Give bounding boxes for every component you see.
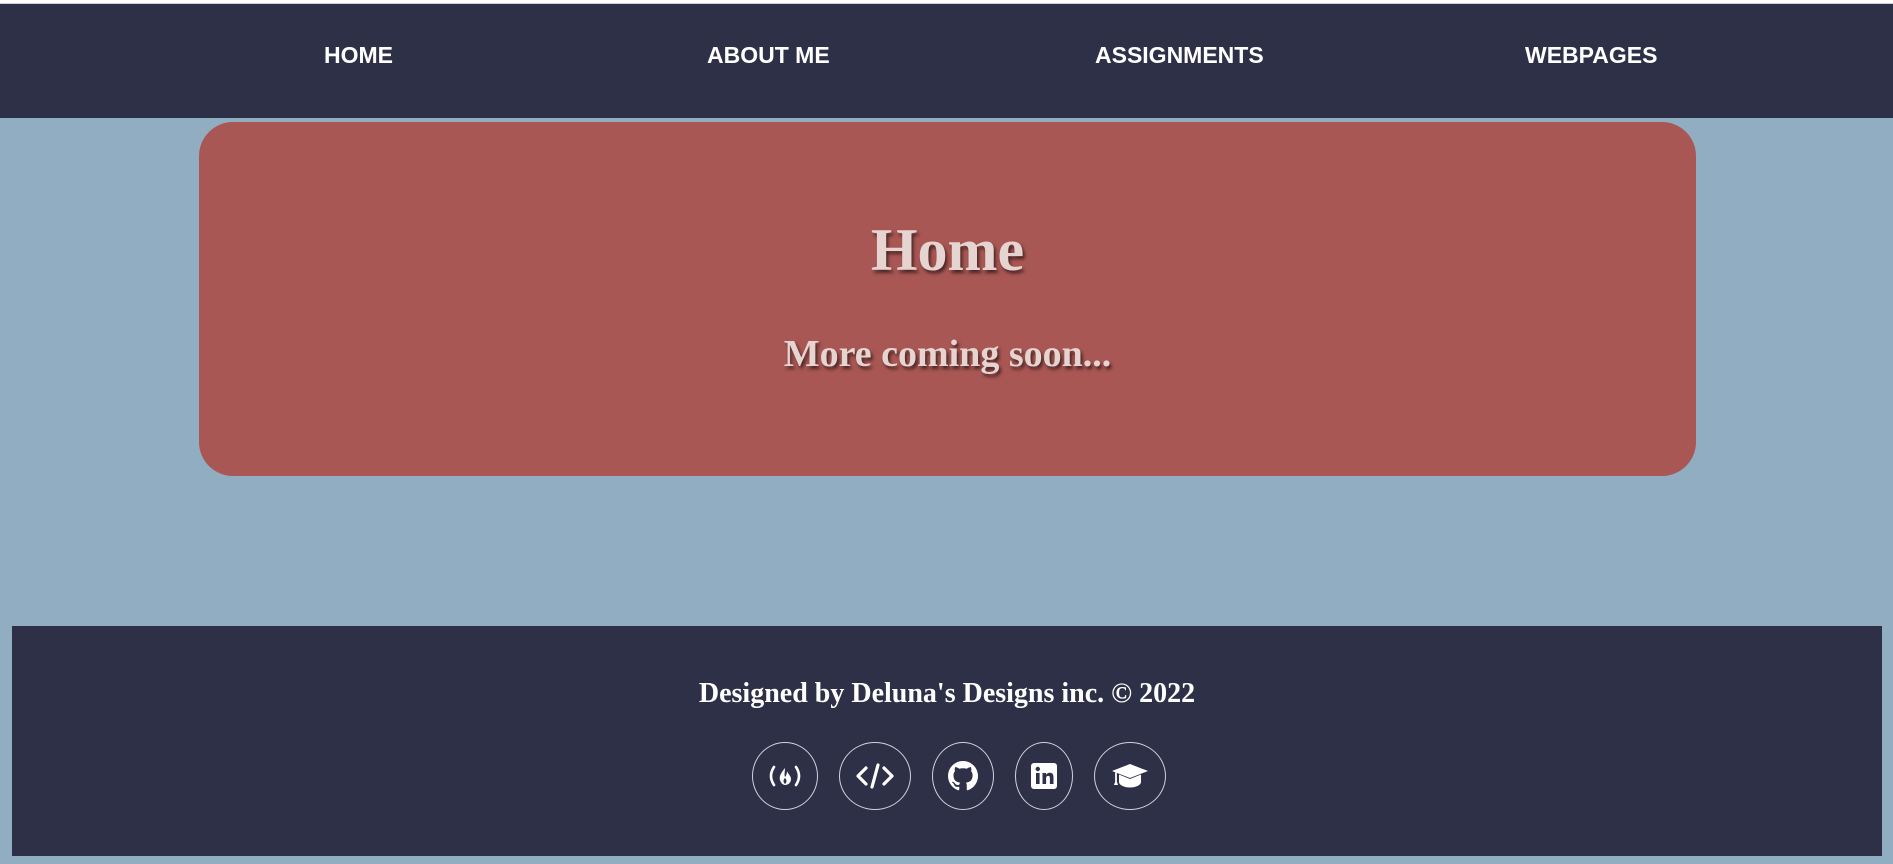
page-subtitle: More coming soon...: [783, 333, 1112, 375]
navbar: HOME ABOUT ME ASSIGNMENTS WEBPAGES: [0, 4, 1893, 118]
footer-copyright: Designed by Deluna's Designs inc. © 2022: [698, 678, 1196, 709]
page-title: Home: [870, 217, 1025, 283]
github-icon: [948, 761, 978, 791]
linkedin-link[interactable]: [1015, 742, 1073, 810]
freecodecamp-link[interactable]: [752, 742, 818, 810]
education-link[interactable]: [1094, 742, 1166, 810]
nav-link-assignments[interactable]: ASSIGNMENTS: [1095, 42, 1264, 69]
graduation-cap-icon: [1110, 761, 1150, 791]
nav-link-home[interactable]: HOME: [324, 42, 393, 69]
github-link[interactable]: [932, 742, 994, 810]
footer: Designed by Deluna's Designs inc. © 2022: [12, 626, 1882, 856]
hero-card: Home More coming soon...: [199, 122, 1696, 476]
social-links: [12, 742, 1882, 810]
linkedin-icon: [1030, 762, 1058, 790]
code-icon: [855, 763, 895, 789]
freecodecamp-icon: [767, 764, 803, 788]
code-link[interactable]: [839, 742, 911, 810]
nav-link-about-me[interactable]: ABOUT ME: [707, 42, 830, 69]
nav-link-webpages[interactable]: WEBPAGES: [1525, 42, 1657, 69]
